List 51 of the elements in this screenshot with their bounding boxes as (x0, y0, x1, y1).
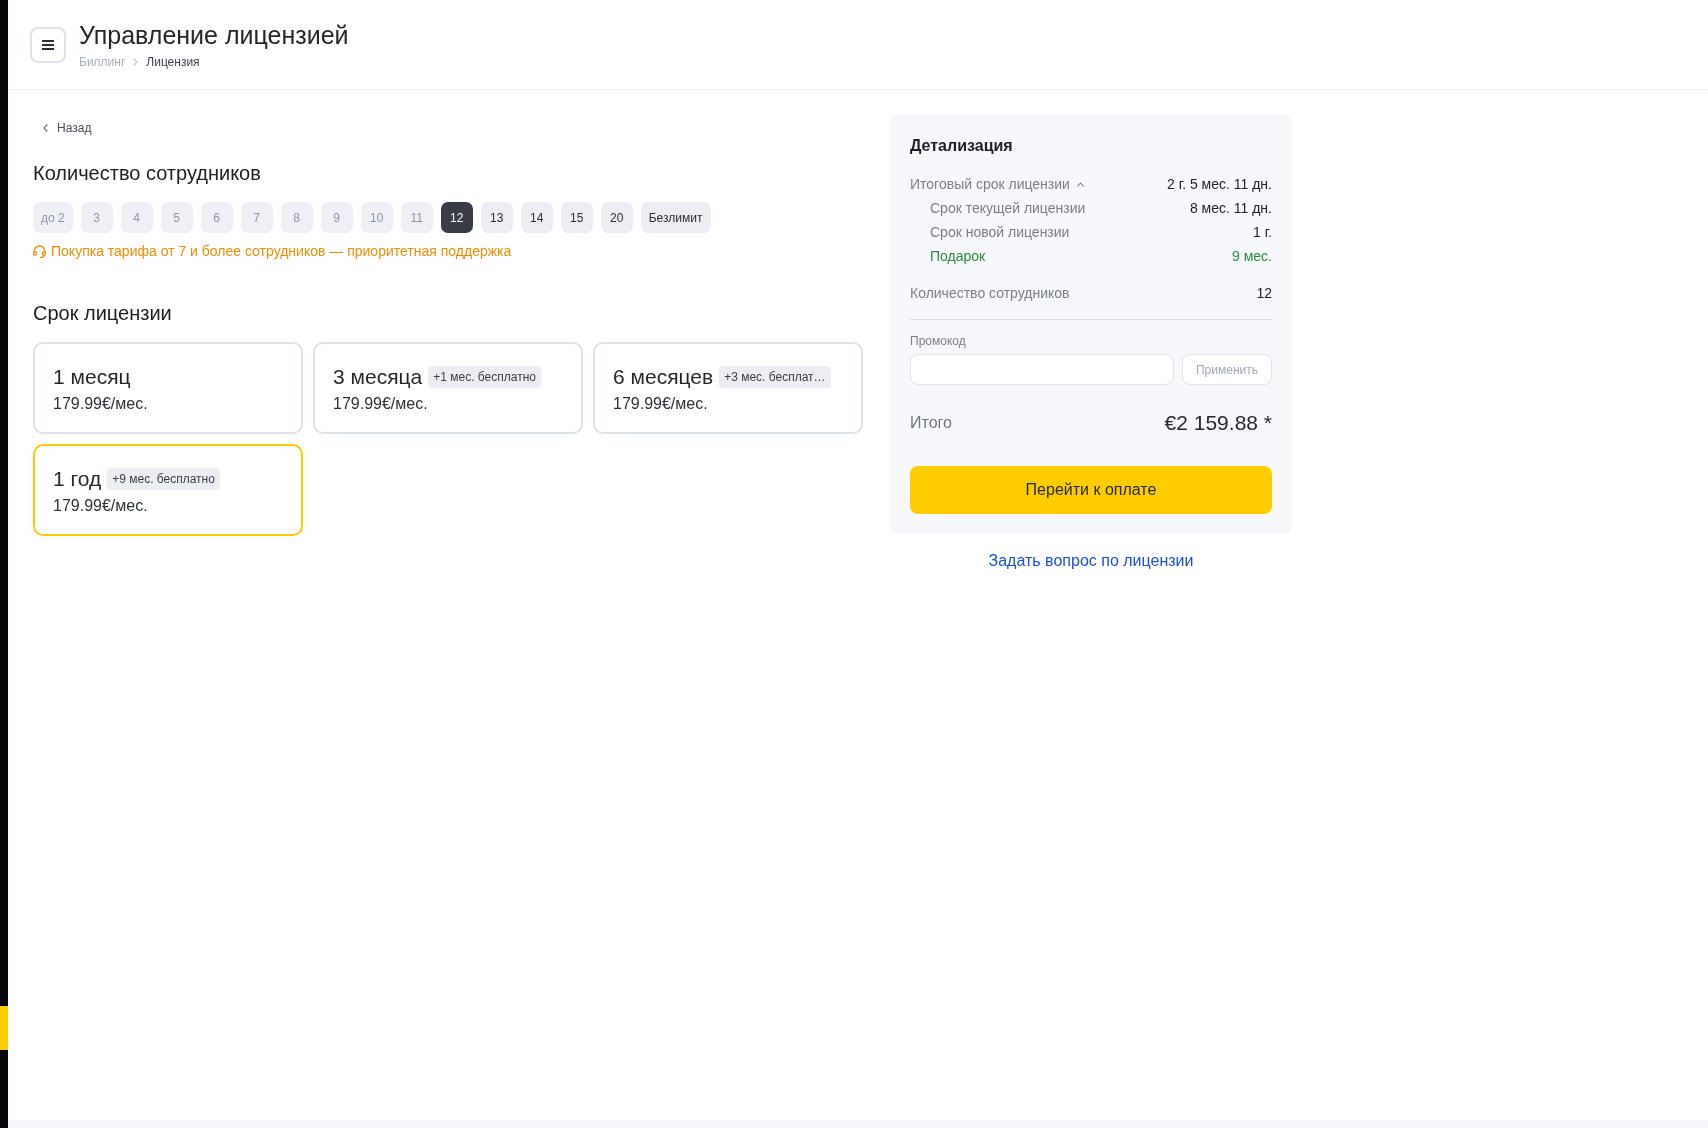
term-title: 3 месяца (333, 364, 423, 390)
term-title: 6 месяцев (613, 364, 714, 390)
employee-count-option[interactable]: 20 (600, 202, 633, 233)
detail-label: Срок новой лицензии (930, 224, 1070, 240)
term-price: 179.99€/мес. (333, 394, 429, 414)
term-title: 1 месяц (53, 364, 131, 390)
promo-label: Промокод (910, 333, 967, 349)
section-title: Срок лицензии (33, 301, 172, 326)
term-option-card[interactable]: 1 месяц 179.99€/мес. (33, 342, 303, 434)
detail-value: 1 г. (1253, 224, 1272, 240)
total-price: €2 159.88 * (1164, 411, 1272, 435)
detail-label: Подарок (930, 248, 986, 264)
employee-count-option[interactable]: 13 (480, 202, 513, 233)
bonus-badge: +3 мес. бесплат… (719, 366, 831, 388)
term-price: 179.99€/мес. (53, 394, 149, 414)
detail-value: 2 г. 5 мес. 11 дн. (1167, 176, 1272, 192)
detail-value: 9 мес. (1232, 248, 1272, 264)
total-label: Итого (910, 414, 952, 432)
support-note: Покупка тарифа от 7 и более сотрудников — приоритетная поддержка (51, 242, 512, 260)
menu-button[interactable] (30, 26, 66, 63)
term-toggle[interactable]: Итоговый срок лицензии (910, 176, 1084, 192)
bonus-badge: +1 мес. бесплатно (428, 366, 541, 388)
page-title: Управление лицензией (79, 19, 349, 50)
chevron-right-icon (133, 57, 139, 66)
term-title: 1 год (53, 466, 102, 492)
chevron-up-icon (1076, 181, 1084, 187)
detail-label: Срок текущей лицензии (930, 200, 1086, 216)
pay-button[interactable]: Перейти к оплате (910, 466, 1272, 514)
help-link[interactable]: Задать вопрос по лицензии (988, 551, 1194, 571)
active-marker (0, 1006, 8, 1050)
term-option-card[interactable]: 3 месяца +1 мес. бесплатно 179.99€/мес. (313, 342, 583, 434)
detail-value: 12 (1256, 285, 1272, 301)
panel-title: Детализация (910, 136, 1014, 156)
employee-count-option[interactable]: Безлимит (640, 202, 711, 233)
employee-count-option[interactable]: 12 (440, 202, 473, 233)
term-option-card[interactable]: 6 месяцев +3 мес. бесплат… 179.99€/мес. (593, 342, 863, 434)
term-price: 179.99€/мес. (53, 496, 149, 516)
detail-value: 8 мес. 11 дн. (1189, 200, 1272, 216)
term-price: 179.99€/мес. (613, 394, 709, 414)
breadcrumb-link[interactable]: Лицензия (146, 53, 200, 70)
detail-label: Количество сотрудников (910, 285, 1070, 301)
term-option-card[interactable]: 1 год +9 мес. бесплатно 179.99€/мес. (33, 444, 303, 536)
chevron-left-icon (43, 124, 48, 132)
section-title: Количество сотрудников (33, 161, 261, 186)
employee-count-option[interactable]: 15 (560, 202, 593, 233)
bonus-badge: +9 мес. бесплатно (107, 468, 220, 490)
headset-icon (33, 244, 46, 258)
menu-icon (42, 39, 54, 50)
back-link[interactable]: Назад (43, 120, 92, 136)
employee-count-option[interactable]: 14 (520, 202, 553, 233)
promo-code-input[interactable] (910, 354, 1174, 385)
